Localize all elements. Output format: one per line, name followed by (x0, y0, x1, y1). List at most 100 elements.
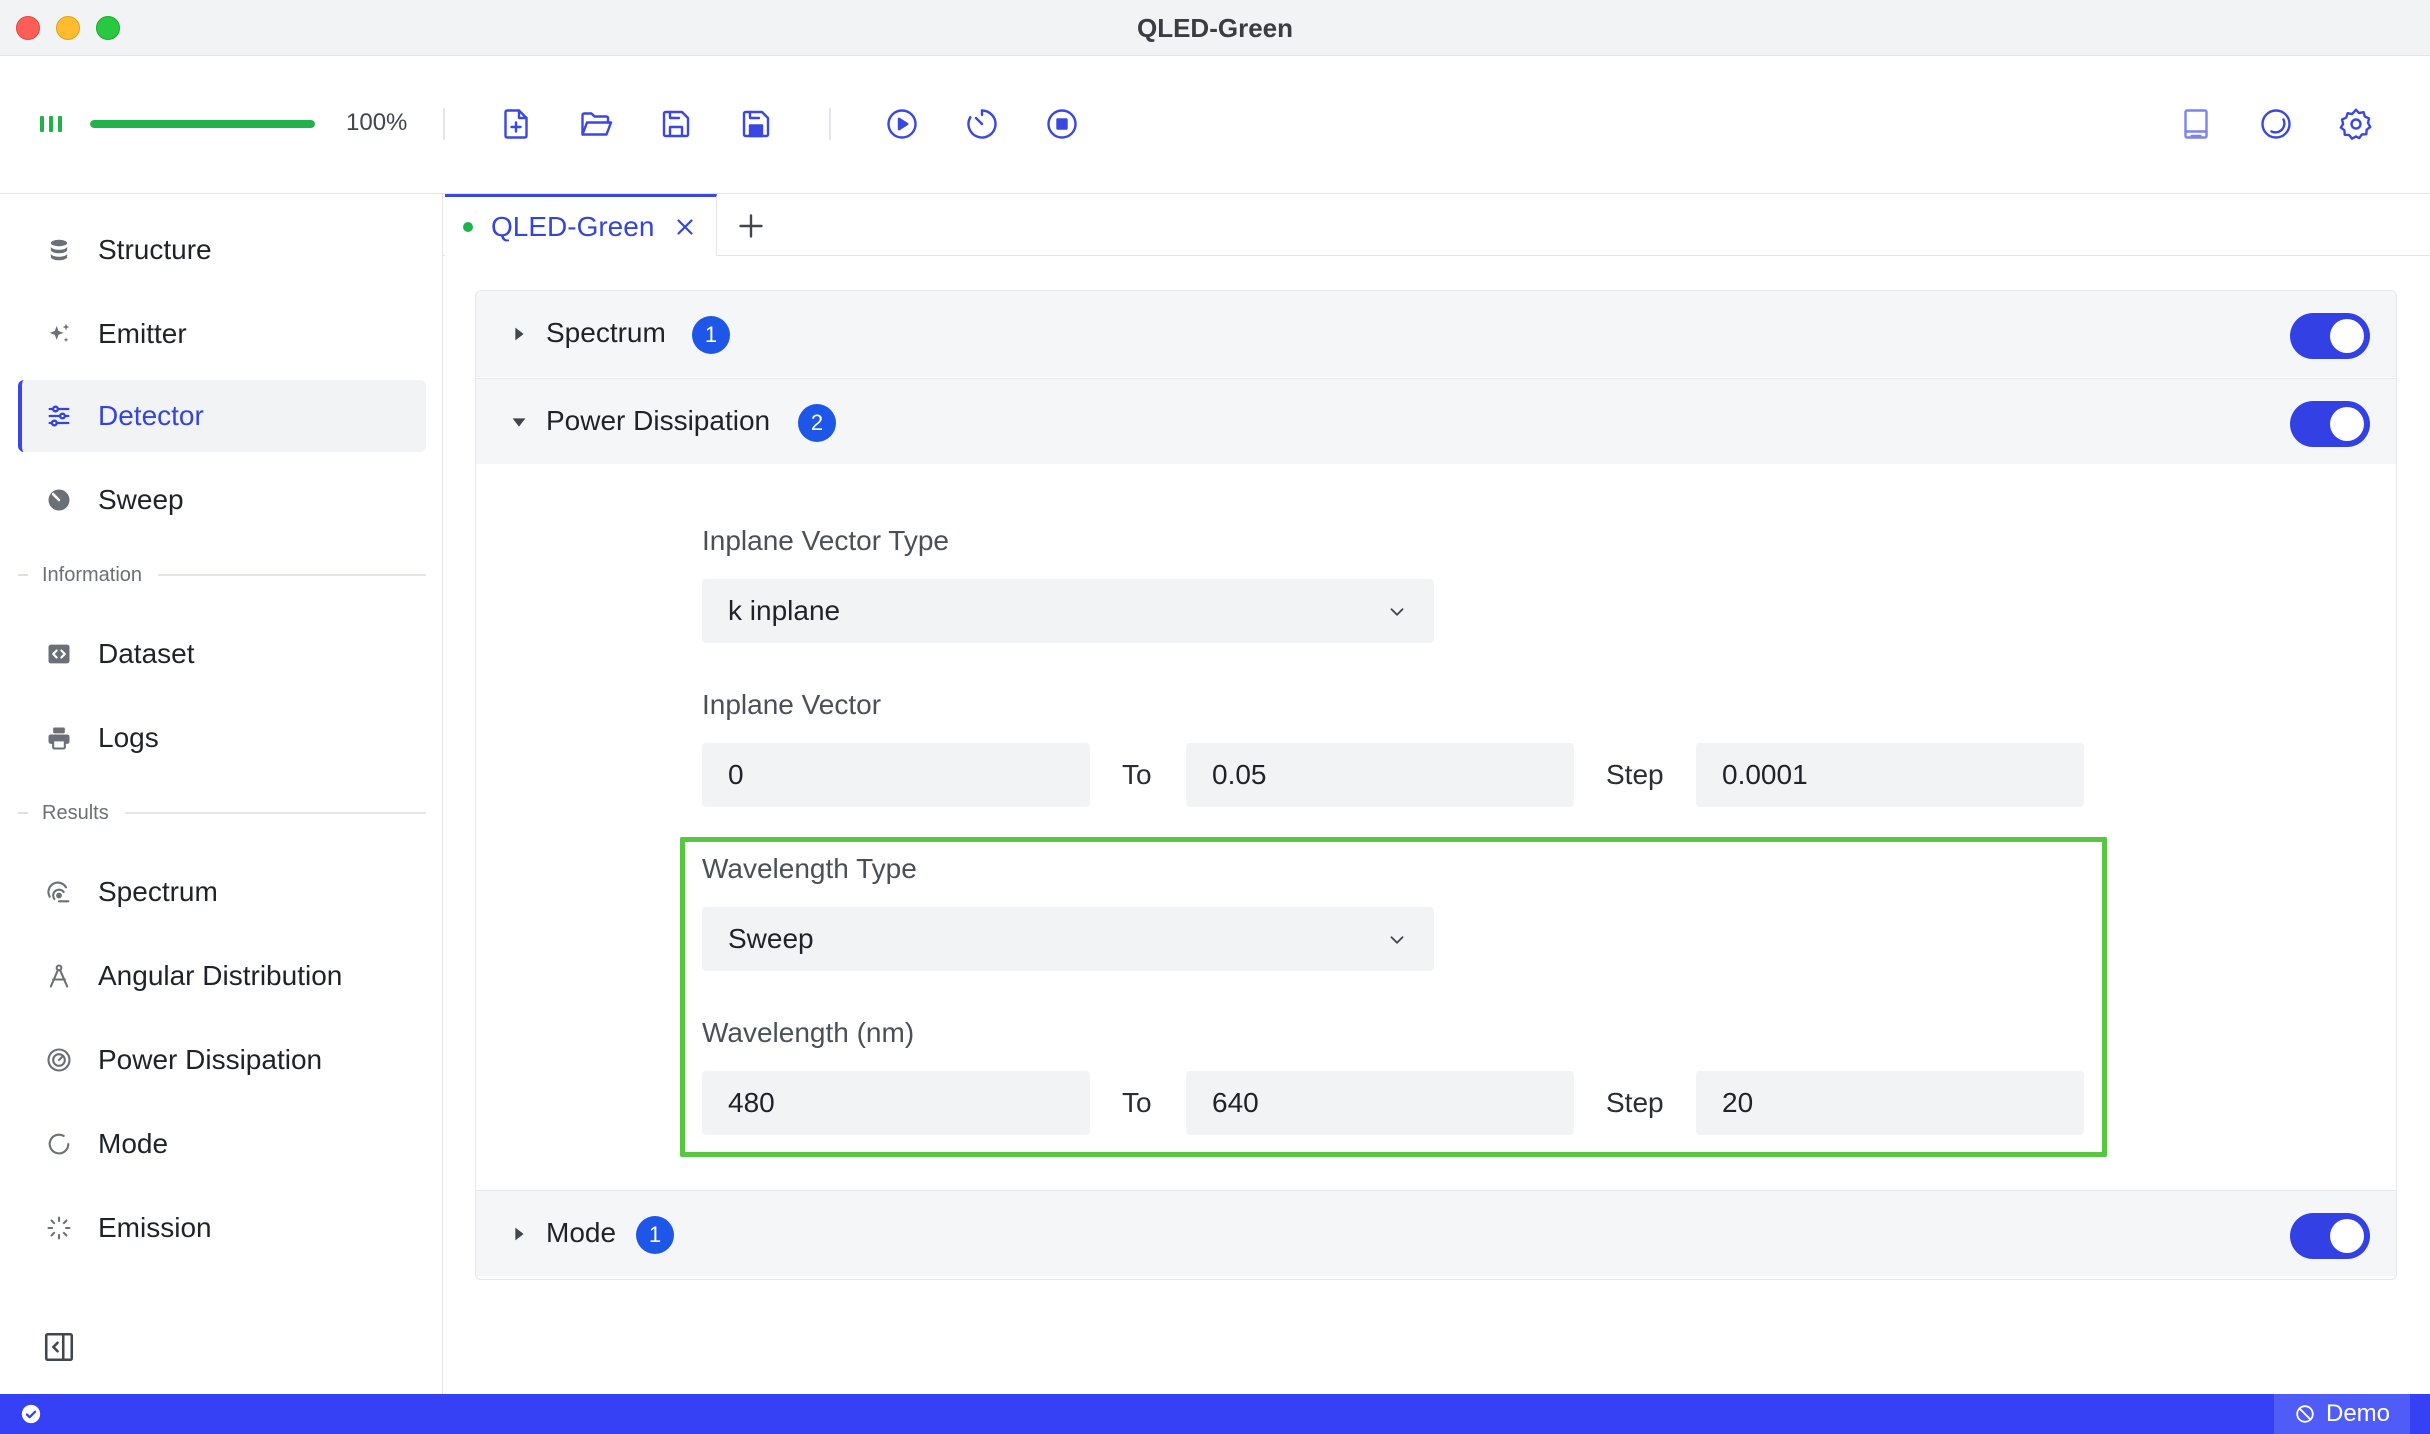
step-label: Step (1606, 1087, 1664, 1118)
inplane-vector-to-input[interactable]: 0.05 (1186, 743, 1574, 807)
sidebar-item-label: Emission (98, 1212, 212, 1243)
to-label: To (1122, 759, 1152, 790)
progress-bar (90, 120, 315, 128)
open-folder-icon (581, 112, 613, 136)
stop-icon (1047, 109, 1077, 139)
title-bar: QLED-Green (0, 0, 2430, 56)
section-title: Spectrum (546, 317, 666, 348)
to-label: To (1122, 1087, 1152, 1118)
demo-mode-button[interactable]: Demo (2274, 1394, 2410, 1434)
toolbar-divider (443, 108, 445, 140)
settings-icon (2339, 108, 2372, 140)
wavelength-to-input[interactable]: 640 (1186, 1071, 1574, 1135)
signal-icon (40, 116, 64, 132)
count-badge: 1 (636, 1216, 674, 1254)
code-icon (44, 639, 74, 669)
stop-button[interactable] (1040, 102, 1084, 146)
tab-bar: QLED-Green (443, 194, 2430, 256)
toolbar-divider (829, 108, 831, 140)
docs-button[interactable] (2174, 102, 2218, 146)
unsaved-indicator (463, 221, 473, 232)
sliders-icon (44, 401, 74, 431)
progress-text: 100% (346, 109, 408, 136)
wavelength-type-select[interactable]: Sweep (702, 907, 1434, 971)
save-as-button[interactable] (734, 102, 778, 146)
sidebar-item-label: Angular Distribution (98, 960, 343, 991)
gauge-icon (44, 1045, 74, 1075)
window-title: QLED-Green (1136, 13, 1294, 43)
loader-icon (44, 1213, 74, 1243)
section-label: Information (42, 563, 143, 586)
save-icon (662, 110, 690, 138)
step-label: Step (1606, 759, 1664, 790)
sidebar-item-structure[interactable]: Structure (18, 214, 426, 286)
check-circle-icon (21, 1404, 41, 1424)
timer-icon (967, 109, 997, 139)
status-bar: Demo (0, 1394, 2430, 1434)
inplane-vector-type-select[interactable]: k inplane (702, 579, 1434, 643)
sidebar-item-emission[interactable]: Emission (18, 1192, 426, 1264)
information-section-header: Information (18, 560, 426, 590)
sidebar-item-label: Power Dissipation (98, 1044, 323, 1075)
sidebar-item-angular-distribution[interactable]: Angular Distribution (18, 940, 426, 1012)
printer-icon (44, 723, 74, 753)
save-as-icon (742, 110, 770, 138)
new-file-button[interactable] (494, 102, 538, 146)
spectrum-toggle[interactable] (2290, 313, 2370, 359)
theme-button[interactable] (2254, 102, 2298, 146)
count-badge: 2 (798, 404, 836, 442)
sidebar-item-emitter[interactable]: Emitter (18, 298, 426, 370)
timer-button[interactable] (960, 102, 1004, 146)
wavelength-from-input[interactable]: 480 (702, 1071, 1090, 1135)
open-folder-button[interactable] (574, 102, 618, 146)
select-value: k inplane (728, 595, 841, 626)
wavelength-step-input[interactable]: 20 (1696, 1071, 2084, 1135)
wavelength-type-label: Wavelength Type (702, 853, 917, 884)
sidebar-item-spectrum[interactable]: Spectrum (18, 856, 426, 928)
tab-qled-green[interactable]: QLED-Green (445, 194, 717, 256)
mode-toggle[interactable] (2290, 1213, 2370, 1259)
sidebar-item-label: Sweep (98, 484, 184, 515)
sidebar-item-label: Detector (98, 400, 204, 431)
section-title: Mode (546, 1217, 617, 1248)
sidebar-item-sweep[interactable]: Sweep (18, 464, 426, 536)
section-power-dissipation-header[interactable]: Power Dissipation 2 (476, 378, 2396, 464)
chevron-down-icon (1390, 936, 1404, 944)
demo-label: Demo (2325, 1400, 2391, 1427)
run-button[interactable] (880, 102, 924, 146)
sidebar-item-dataset[interactable]: Dataset (18, 618, 426, 690)
count-badge: 1 (692, 316, 730, 354)
compass-icon (44, 961, 74, 991)
select-value: Sweep (728, 923, 814, 954)
ban-icon (2296, 1405, 2314, 1423)
inplane-vector-step-input[interactable]: 0.0001 (1696, 743, 2084, 807)
sidebar-item-logs[interactable]: Logs (18, 702, 426, 774)
sweep-icon (44, 485, 74, 515)
sidebar-item-label: Logs (98, 722, 159, 753)
power-dissipation-toggle[interactable] (2290, 401, 2370, 447)
circle-dashed-icon (44, 1129, 74, 1159)
sidebar-collapse-icon[interactable] (42, 1330, 76, 1364)
inplane-vector-from-input[interactable]: 0 (702, 743, 1090, 807)
spectrum-icon (44, 877, 74, 907)
section-spectrum-header[interactable]: Spectrum 1 (476, 291, 2396, 377)
close-icon[interactable] (672, 214, 698, 240)
book-icon (2184, 109, 2208, 139)
settings-button[interactable] (2334, 102, 2378, 146)
sidebar-item-label: Spectrum (98, 876, 218, 907)
sidebar-item-detector[interactable]: Detector (18, 380, 426, 452)
chevron-right-icon (515, 327, 524, 341)
wavelength-label: Wavelength (nm) (702, 1017, 915, 1048)
database-icon (44, 235, 74, 265)
sidebar-item-power-dissipation[interactable]: Power Dissipation (18, 1024, 426, 1096)
section-mode-header[interactable]: Mode 1 (476, 1190, 2396, 1276)
sidebar-item-label: Structure (98, 234, 212, 265)
sidebar-item-label: Mode (98, 1128, 169, 1159)
new-file-icon (504, 109, 528, 139)
sidebar-item-label: Dataset (98, 638, 195, 669)
section-title: Power Dissipation (546, 405, 771, 436)
sidebar-item-mode[interactable]: Mode (18, 1108, 426, 1180)
inplane-vector-label: Inplane Vector (702, 689, 882, 720)
add-tab-icon[interactable] (733, 208, 769, 244)
save-button[interactable] (654, 102, 698, 146)
